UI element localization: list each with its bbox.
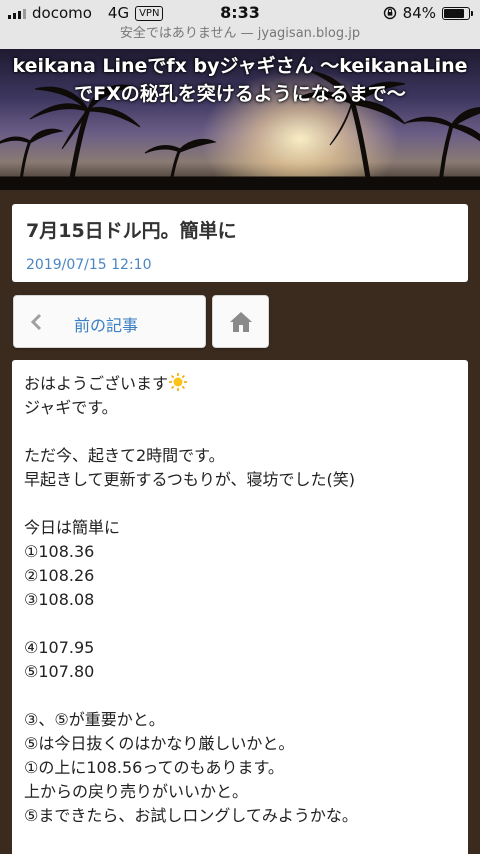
url-text: 安全ではありません — jyagisan.blog.jp: [119, 26, 361, 41]
site-title-line2: でFXの秘孔を突けるようになるまで〜: [74, 83, 406, 105]
home-icon: [230, 312, 252, 332]
article-line: [24, 420, 456, 444]
article-line: ①108.36: [24, 542, 95, 561]
prev-article-button[interactable]: 前の記事: [13, 295, 206, 348]
article-line-text: おはようございます: [24, 374, 169, 393]
site-title-line1: keikana Lineでfx byジャギさん 〜keikanaLine: [12, 55, 468, 77]
battery-fill: [444, 8, 465, 18]
status-right: 84%: [383, 4, 473, 22]
orientation-lock-icon: [383, 6, 396, 20]
battery-percent: 84%: [402, 4, 436, 22]
article-line: ④107.95: [24, 638, 95, 657]
article-line: ジャギです。: [24, 398, 118, 417]
chevron-left-icon: [30, 312, 42, 336]
article-body: おはようございます ジャギです。 ただ今、起きて2時間です。 早起きして更新する…: [12, 360, 468, 854]
article-line: [24, 492, 456, 516]
sun-icon: [169, 373, 188, 391]
post-header-card: 7月15日ドル円。簡単に 2019/07/15 12:10: [12, 204, 468, 282]
prev-article-label: 前の記事: [74, 316, 139, 335]
article-line: 早起きして更新するつもりが、寝坊でした(笑): [24, 470, 356, 489]
article-line: ①の上に108.56ってのもあります。: [24, 758, 284, 777]
post-title[interactable]: 7月15日ドル円。簡単に: [26, 216, 454, 243]
site-title: keikana Lineでfx byジャギさん 〜keikanaLine でFX…: [0, 52, 480, 108]
article-line: おはようございます: [24, 372, 456, 396]
article-line: [24, 612, 456, 636]
article-line: ②108.26: [24, 566, 95, 585]
post-date[interactable]: 2019/07/15 12:10: [26, 257, 454, 273]
url-bar[interactable]: 安全ではありません — jyagisan.blog.jp: [0, 27, 480, 49]
article-line: ③108.08: [24, 590, 95, 609]
article-line: ⑤は今日抜くのはかなり厳しいかと。: [24, 734, 295, 753]
article-line: ⑤107.80: [24, 662, 95, 681]
site-header[interactable]: keikana Lineでfx byジャギさん 〜keikanaLine でFX…: [0, 49, 480, 190]
home-button[interactable]: [212, 295, 269, 348]
status-bar: docomo 4G VPN 8:33 84%: [0, 0, 480, 27]
battery-icon: [442, 6, 473, 20]
article-line: ただ今、起きて2時間です。: [24, 446, 225, 465]
article-line: [24, 684, 456, 708]
article-line: ⑤まできたら、お試しロングしてみようかな。: [24, 806, 358, 825]
article-line: 上からの戻り売りがいいかと。: [24, 782, 249, 801]
article-line: ③、⑤が重要かと。: [24, 710, 165, 729]
article-line: 今日は簡単に: [24, 518, 121, 537]
